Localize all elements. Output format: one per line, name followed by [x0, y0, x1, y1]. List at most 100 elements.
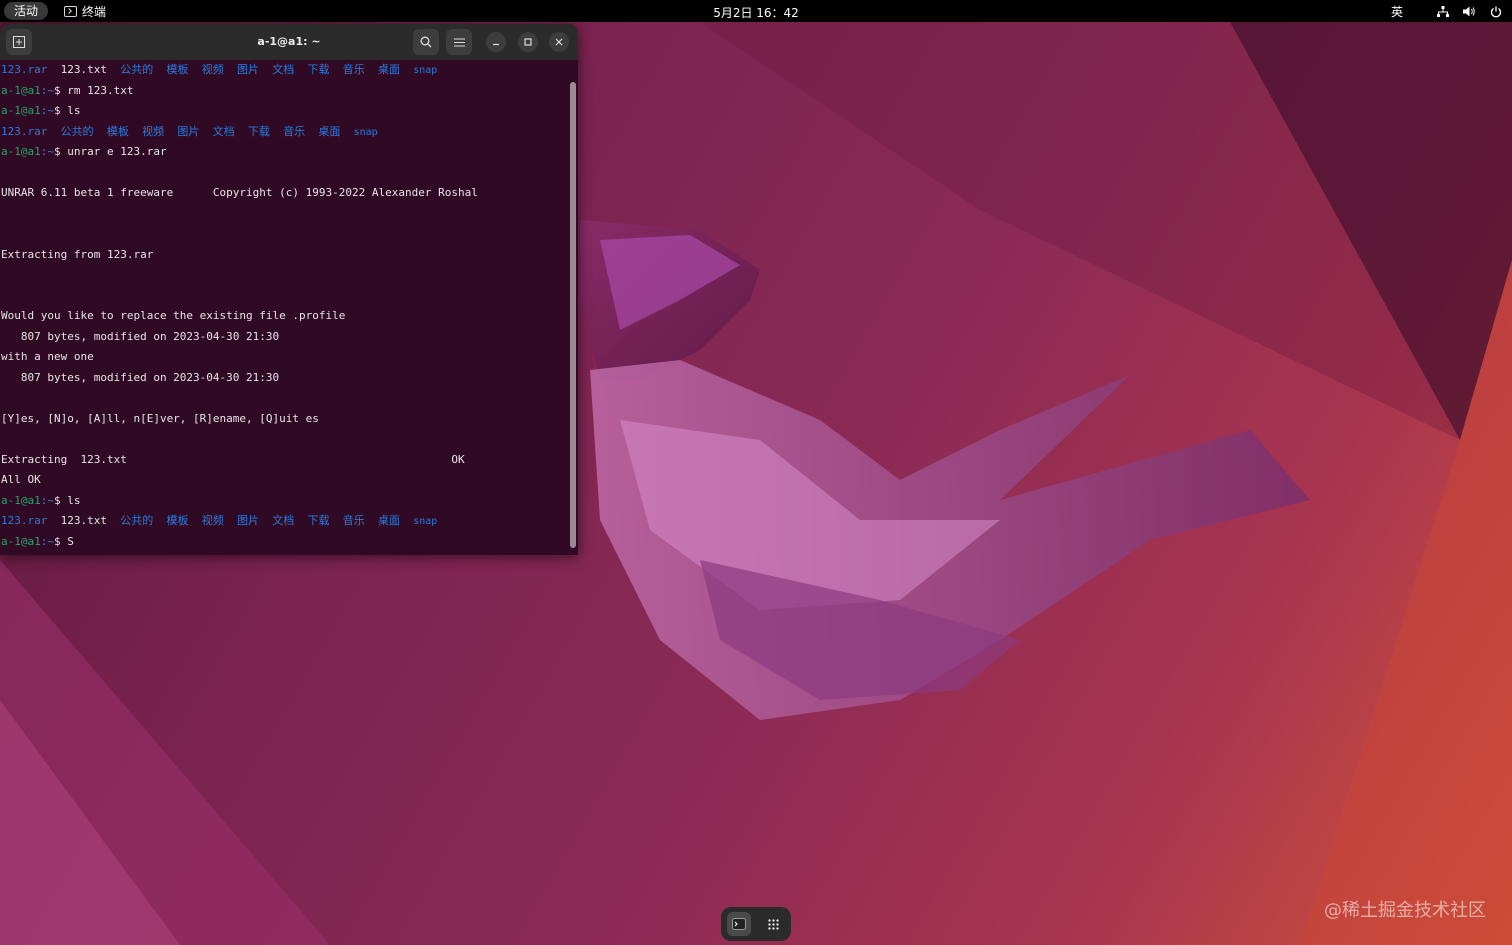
- archive-file: 123.rar: [1, 514, 48, 527]
- clock: 5月2日 16：42: [0, 4, 1512, 21]
- prompt-symbol: $: [54, 493, 68, 507]
- output-text: UNRAR 6.11 beta 1 freeware Copyright (c)…: [1, 186, 478, 199]
- directory-entry: 文档: [212, 124, 235, 138]
- command-text: unrar e 123.rar: [67, 145, 167, 158]
- apps-grid-icon: [768, 918, 779, 930]
- terminal-line: a-1@a1:~$ S: [0, 532, 568, 553]
- watermark: @稀土掘金技术社区: [1324, 900, 1486, 921]
- terminal-line: Extracting from 123.rar: [0, 245, 568, 266]
- dock: [721, 907, 791, 941]
- archive-file: 123.rar: [1, 63, 48, 76]
- prompt-user: a-1@a1: [1, 145, 41, 158]
- prompt-path: :~: [40, 83, 54, 97]
- output-text: 807 bytes, modified on 2023-04-30 21:30: [1, 329, 280, 343]
- terminal-line: [Y]es, [N]o, [A]ll, n[E]ver, [R]ename, […: [0, 409, 568, 430]
- terminal-line: a-1@a1:~$ ls: [0, 101, 568, 122]
- terminal-line: with a new one: [0, 347, 568, 368]
- close-button[interactable]: [549, 32, 569, 52]
- terminal-output[interactable]: 123.rar 123.txt 公共的 模板 视频 图片 文档 下载 音乐 桌面…: [0, 60, 568, 555]
- prompt-user: a-1@a1: [1, 534, 41, 548]
- directory-entry: 视频: [142, 124, 165, 138]
- prompt-user: a-1@a1: [1, 493, 41, 507]
- show-apps-button[interactable]: [762, 912, 786, 936]
- directory-entry: 公共的: [60, 124, 94, 138]
- directory-entry: 桌面: [318, 124, 341, 138]
- maximize-icon: [524, 38, 532, 46]
- command-text: rm 123.txt: [67, 83, 134, 97]
- directory-entry: 音乐: [342, 514, 365, 527]
- power-icon[interactable]: [1490, 6, 1502, 18]
- terminal-line: UNRAR 6.11 beta 1 freeware Copyright (c)…: [0, 183, 568, 204]
- prompt-path: :~: [40, 104, 54, 117]
- minimize-button[interactable]: [486, 32, 506, 52]
- close-icon: [555, 38, 563, 46]
- system-tray[interactable]: 英: [1391, 3, 1502, 20]
- terminal-scrollbar[interactable]: [570, 82, 576, 548]
- menu-button[interactable]: [446, 29, 472, 55]
- output-text: All OK: [1, 473, 41, 486]
- archive-file: 123.rar: [1, 124, 48, 138]
- directory-entry: 图片: [177, 124, 200, 138]
- output-text: Extracting 123.txt OK: [1, 452, 465, 466]
- prompt-path: :~: [40, 493, 54, 507]
- terminal-line: 123.rar 123.txt 公共的 模板 视频 图片 文档 下载 音乐 桌面…: [0, 60, 568, 81]
- command-text: S: [67, 534, 74, 548]
- terminal-line: a-1@a1:~$ rm 123.txt: [0, 81, 568, 102]
- directory-entry: 音乐: [342, 63, 365, 76]
- directory-entry: 模板: [166, 63, 189, 76]
- terminal-line: All OK: [0, 470, 568, 491]
- plain-file: 123.txt: [60, 514, 107, 527]
- volume-icon[interactable]: [1463, 6, 1476, 17]
- output-text: 807 bytes, modified on 2023-04-30 21:30: [1, 370, 280, 384]
- directory-entry: 模板: [106, 124, 129, 138]
- input-method-indicator[interactable]: 英: [1391, 3, 1403, 20]
- directory-entry: 文档: [272, 63, 295, 76]
- maximize-button[interactable]: [518, 32, 538, 52]
- terminal-titlebar[interactable]: a-1@a1: ~: [0, 24, 578, 60]
- terminal-line: a-1@a1:~$ ls: [0, 491, 568, 512]
- terminal-line: 123.rar 公共的 模板 视频 图片 文档 下载 音乐 桌面 snap: [0, 122, 568, 143]
- directory-entry: 图片: [236, 63, 259, 76]
- directory-entry: 桌面: [377, 514, 400, 527]
- command-text: ls: [67, 493, 81, 507]
- prompt-symbol: $: [54, 145, 68, 158]
- directory-entry: 公共的: [120, 514, 154, 527]
- terminal-line: a-1@a1:~$ unrar e 123.rar: [0, 142, 568, 163]
- network-icon[interactable]: [1437, 6, 1449, 17]
- prompt-path: :~: [40, 534, 54, 548]
- prompt-symbol: $: [54, 534, 68, 548]
- search-icon: [420, 36, 432, 48]
- output-text: Would you like to replace the existing f…: [1, 309, 346, 322]
- new-tab-icon: [13, 36, 25, 48]
- prompt-symbol: $: [54, 104, 68, 117]
- terminal-line: Extracting 123.txt OK: [0, 450, 568, 471]
- command-text: ls: [67, 104, 81, 117]
- directory-entry: 文档: [272, 514, 295, 527]
- directory-entry-snap: snap: [413, 516, 438, 527]
- directory-entry: 视频: [201, 63, 224, 76]
- dock-terminal-button[interactable]: [726, 912, 751, 936]
- date-time-button[interactable]: 5月2日 16：42: [713, 4, 799, 21]
- terminal-line: 123.rar 123.txt 公共的 模板 视频 图片 文档 下载 音乐 桌面…: [0, 511, 568, 532]
- directory-entry: 下载: [307, 514, 330, 527]
- directory-entry: 模板: [166, 514, 189, 527]
- prompt-user: a-1@a1: [1, 104, 41, 117]
- output-text: Extracting from 123.rar: [1, 247, 154, 261]
- search-button[interactable]: [413, 29, 439, 55]
- output-text: [Y]es, [N]o, [A]ll, n[E]ver, [R]ename, […: [1, 411, 319, 425]
- minimize-icon: [493, 43, 499, 46]
- directory-entry-snap: snap: [353, 126, 378, 138]
- directory-entry: 音乐: [283, 124, 306, 138]
- directory-entry: 视频: [201, 514, 224, 527]
- directory-entry: 公共的: [120, 63, 154, 76]
- terminal-window[interactable]: a-1@a1: ~ 123.rar 123.txt 公共的 模板 视频 图片 文…: [0, 24, 578, 555]
- new-tab-button[interactable]: [6, 29, 32, 55]
- top-bar: 活动 终端 5月2日 16：42 英: [0, 0, 1512, 22]
